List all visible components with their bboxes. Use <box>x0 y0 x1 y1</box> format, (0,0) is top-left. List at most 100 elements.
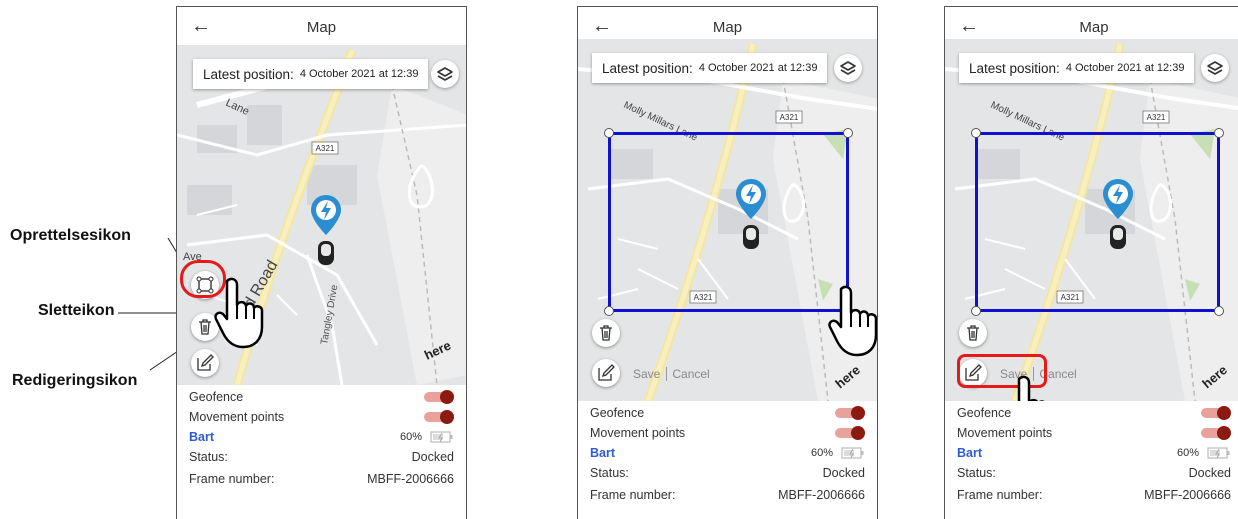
battery-indicator: 60% <box>811 446 865 460</box>
latest-position-card: Latest position: 4 October 2021 at 12:39 <box>592 53 828 83</box>
battery-charging-icon <box>841 447 864 459</box>
phone-screen-2: ← Map A321 A321 Molly Millars Lane here <box>577 6 878 519</box>
status-row: Status: Docked <box>957 463 1231 483</box>
status-value: Docked <box>411 450 454 464</box>
battery-value: 60% <box>810 447 833 459</box>
phone-screen-1: ← Map A321 stead Road Tangley Drive Lane… <box>176 6 467 519</box>
trash-icon <box>967 325 979 341</box>
layers-button[interactable] <box>431 60 459 88</box>
frame-number-value: MBFF-2006666 <box>367 472 454 486</box>
status-label: Status: <box>957 466 996 480</box>
layers-icon <box>1207 61 1223 75</box>
bike-location-marker[interactable] <box>735 179 767 251</box>
battery-charging-icon <box>1207 447 1230 459</box>
svg-text:A321: A321 <box>316 144 335 153</box>
bike-name[interactable]: Bart <box>189 430 214 444</box>
map-view[interactable]: A321 A321 Molly Millars Lane here Latest… <box>945 39 1238 401</box>
movement-points-toggle[interactable] <box>835 426 865 440</box>
battery-charging-icon <box>430 431 453 443</box>
save-cancel-bar: Save Cancel <box>633 367 710 381</box>
geofence-label: Geofence <box>590 406 645 420</box>
latest-position-value: 4 October 2021 at 12:39 <box>698 62 818 74</box>
cancel-button[interactable]: Cancel <box>672 367 709 381</box>
delete-geofence-button[interactable] <box>592 319 620 347</box>
latest-position-card: Latest position: 4 October 2021 at 12:39 <box>959 53 1195 83</box>
geofence-handle[interactable] <box>971 128 981 138</box>
geofence-label: Geofence <box>957 406 1012 420</box>
geofence-row: Geofence <box>189 387 454 407</box>
latest-position-value: 4 October 2021 at 12:39 <box>1065 62 1185 74</box>
movement-points-toggle[interactable] <box>1201 426 1231 440</box>
geofence-rectangle[interactable] <box>608 132 849 312</box>
edit-geofence-button[interactable] <box>191 349 219 377</box>
frame-number-row: Frame number: MBFF-2006666 <box>189 469 454 489</box>
latest-position-card: Latest position: 4 October 2021 at 12:39 <box>193 59 429 89</box>
geofence-toggle[interactable] <box>1201 406 1231 420</box>
latest-position-label: Latest position: <box>203 66 294 82</box>
delete-geofence-button[interactable] <box>959 319 987 347</box>
bike-details-panel: Geofence Movement points Bart 60% Status… <box>177 385 466 519</box>
app-header: ← Map <box>177 7 466 45</box>
frame-number-row: Frame number: MBFF-2006666 <box>957 485 1231 505</box>
bike-details-panel: Geofence Movement points Bart 60% Status… <box>578 401 877 519</box>
status-row: Status: Docked <box>590 463 865 483</box>
status-label: Status: <box>590 466 629 480</box>
geofence-handle[interactable] <box>843 128 853 138</box>
movement-points-label: Movement points <box>957 426 1053 440</box>
layers-button[interactable] <box>834 54 862 82</box>
edit-geofence-button[interactable] <box>592 359 620 387</box>
status-label: Status: <box>189 450 228 464</box>
battery-indicator: 60% <box>1177 446 1231 460</box>
page-title: Map <box>306 19 337 36</box>
pointing-hand-icon <box>828 285 877 357</box>
pointing-hand-icon <box>214 277 264 349</box>
movement-points-row: Movement points <box>590 423 865 443</box>
geofence-toggle[interactable] <box>835 406 865 420</box>
geofence-label: Geofence <box>189 390 244 404</box>
page-title: Map <box>1079 19 1109 36</box>
svg-text:A321: A321 <box>1147 113 1166 122</box>
trash-icon <box>600 325 612 341</box>
bike-name[interactable]: Bart <box>957 446 982 460</box>
frame-number-label: Frame number: <box>189 472 275 486</box>
geofence-handle[interactable] <box>971 306 981 316</box>
latest-position-value: 4 October 2021 at 12:39 <box>299 68 419 80</box>
geofence-handle[interactable] <box>1214 128 1224 138</box>
trash-icon <box>199 319 211 335</box>
bike-row: Bart 60% <box>590 443 865 463</box>
battery-value: 60% <box>1176 447 1199 459</box>
bike-details-panel: Geofence Movement points Bart 60% Status… <box>945 401 1238 519</box>
bike-location-marker[interactable] <box>310 195 342 267</box>
battery-value: 60% <box>399 431 422 443</box>
geofence-row: Geofence <box>590 403 865 423</box>
geofence-rectangle[interactable] <box>975 132 1220 312</box>
movement-points-toggle[interactable] <box>424 410 454 424</box>
geofence-row: Geofence <box>957 403 1231 423</box>
bike-row: Bart 60% <box>189 427 454 447</box>
edit-icon <box>598 364 615 381</box>
frame-number-value: MBFF-2006666 <box>778 488 865 502</box>
geofence-handle[interactable] <box>604 128 614 138</box>
movement-points-row: Movement points <box>957 423 1231 443</box>
bike-name[interactable]: Bart <box>590 446 615 460</box>
frame-number-value: MBFF-2006666 <box>1144 488 1231 502</box>
geofence-handle[interactable] <box>604 306 614 316</box>
movement-points-label: Movement points <box>590 426 686 440</box>
page-title: Map <box>712 19 743 36</box>
movement-points-row: Movement points <box>189 407 454 427</box>
status-value: Docked <box>1188 466 1231 480</box>
movement-points-label: Movement points <box>189 410 285 424</box>
bike-location-marker[interactable] <box>1102 179 1134 251</box>
geofence-handle[interactable] <box>1214 306 1224 316</box>
phone-screen-3: ← Map A321 A321 Molly Millars Lane here <box>944 6 1238 519</box>
callout-lines <box>118 237 191 371</box>
save-button[interactable]: Save <box>633 367 660 381</box>
geofence-toggle[interactable] <box>424 390 454 404</box>
frame-number-label: Frame number: <box>590 488 676 502</box>
svg-text:A321: A321 <box>780 113 799 122</box>
status-value: Docked <box>822 466 865 480</box>
latest-position-label: Latest position: <box>602 60 693 76</box>
frame-number-row: Frame number: MBFF-2006666 <box>590 485 865 505</box>
latest-position-label: Latest position: <box>969 60 1060 76</box>
layers-button[interactable] <box>1201 54 1229 82</box>
